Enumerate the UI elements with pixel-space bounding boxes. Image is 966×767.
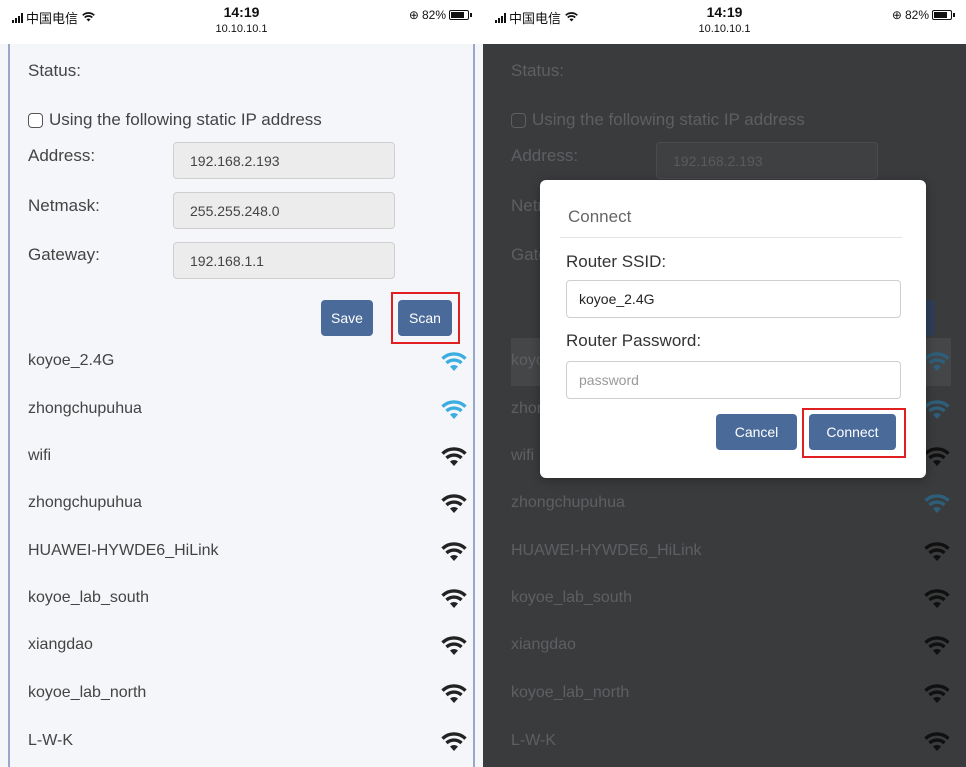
page-url: 10.10.10.1: [215, 23, 268, 35]
battery-status: ⊕ 82%: [408, 8, 472, 22]
wifi-ssid: zhongchupuhua: [28, 400, 142, 417]
netmask-field[interactable]: 255.255.248.0: [173, 192, 395, 229]
page-content: Connection Status: Connected OK Using th…: [8, 36, 475, 767]
cancel-button[interactable]: Cancel: [716, 414, 797, 450]
router-ssid-input[interactable]: koyoe_2.4G: [566, 280, 901, 318]
connection-label: Status:: [511, 61, 564, 80]
connect-highlight: [802, 408, 906, 458]
wifi-item[interactable]: koyoe_lab_south: [28, 575, 468, 623]
wifi-ssid: HUAWEI-HYWDE6_HiLink: [511, 542, 702, 559]
wifi-item[interactable]: HUAWEI-HYWDE6_HiLink: [28, 528, 468, 576]
wifi-signal-icon: [923, 350, 951, 372]
wifi-ssid: L-W-K: [28, 732, 74, 749]
scan-highlight: [391, 292, 460, 344]
router-password-input[interactable]: password: [566, 361, 901, 399]
static-ip-option[interactable]: Using the following static IP address: [28, 110, 322, 130]
dialog-divider: [560, 237, 902, 238]
wifi-ssid: zhongchupuhua: [28, 494, 142, 511]
wifi-ssid: zhongchupuhua: [511, 494, 625, 511]
static-ip-label: Using the following static IP address: [532, 110, 805, 129]
wifi-ssid: koyoe_lab_north: [511, 684, 630, 701]
battery-icon: [449, 10, 472, 20]
wifi-ssid: HUAWEI-HYWDE6_HiLink: [28, 542, 219, 559]
wifi-ssid: xiangdao: [511, 636, 576, 653]
wifi-signal-icon: [440, 398, 468, 420]
wifi-signal-icon: [440, 350, 468, 372]
status-bar: 中国电信 14:19 10.10.10.1 ⊕ 82%: [483, 0, 966, 44]
wifi-item[interactable]: koyoe_lab_south: [511, 575, 951, 623]
wifi-signal-icon: [923, 682, 951, 704]
wifi-signal-icon: [440, 445, 468, 467]
wifi-signal-icon: [440, 492, 468, 514]
wifi-item[interactable]: L-W-K: [28, 718, 468, 766]
orientation-lock-icon: ⊕: [891, 8, 902, 22]
wifi-ssid: koyoe_lab_south: [511, 589, 632, 606]
battery-percent: 82%: [421, 8, 446, 22]
left-screen: 中国电信 14:19 10.10.10.1 ⊕ 82% Connection S…: [0, 0, 483, 767]
static-ip-checkbox[interactable]: [511, 112, 526, 128]
wifi-signal-icon: [923, 445, 951, 467]
wifi-ssid: wifi: [28, 447, 52, 464]
wifi-signal-icon: [923, 730, 951, 752]
wifi-ssid: wifi: [511, 447, 535, 464]
wifi-ssid: xiangdao: [28, 636, 93, 653]
wifi-signal-icon: [440, 634, 468, 656]
address-field[interactable]: 192.168.2.193: [173, 142, 395, 179]
gateway-field[interactable]: 192.168.1.1: [173, 242, 395, 279]
wifi-signal-icon: [440, 540, 468, 562]
wifi-item[interactable]: koyoe_lab_north: [511, 670, 951, 718]
page-url: 10.10.10.1: [698, 23, 751, 35]
wifi-item[interactable]: koyoe_lab_north: [28, 670, 468, 718]
battery-percent: 82%: [904, 8, 929, 22]
gateway-label: Gateway:: [28, 245, 100, 264]
wifi-ssid: koyoe_2.4G: [28, 352, 115, 369]
address-label: Address:: [28, 146, 96, 165]
static-ip-label: Using the following static IP address: [49, 110, 322, 129]
wifi-item[interactable]: koyoe_2.4G: [28, 338, 468, 386]
wifi-signal-icon: [923, 634, 951, 656]
wifi-item[interactable]: xiangdao: [28, 622, 468, 670]
router-ssid-label: Router SSID:: [566, 252, 667, 271]
wifi-signal-icon: [923, 587, 951, 609]
address-label: Address:: [511, 146, 579, 165]
wifi-signal-icon: [440, 682, 468, 704]
wifi-signal-icon: [440, 587, 468, 609]
wifi-item[interactable]: zhongchupuhua: [511, 480, 951, 528]
wifi-item[interactable]: zhongchupuhua: [28, 386, 468, 434]
dialog-title: Connect: [568, 207, 632, 226]
status-bar: 中国电信 14:19 10.10.10.1 ⊕ 82%: [0, 0, 483, 44]
connection-label: Status:: [28, 61, 81, 80]
save-button[interactable]: Save: [321, 300, 373, 336]
wifi-signal-icon: [440, 730, 468, 752]
orientation-lock-icon: ⊕: [408, 8, 419, 22]
wifi-signal-icon: [923, 398, 951, 420]
router-password-label: Router Password:: [566, 331, 702, 350]
address-field[interactable]: 192.168.2.193: [656, 142, 878, 179]
static-ip-checkbox[interactable]: [28, 112, 43, 128]
wifi-item[interactable]: xiangdao: [511, 622, 951, 670]
wifi-ssid: koyoe_lab_south: [28, 589, 149, 606]
wifi-item[interactable]: L-W-K: [511, 718, 951, 766]
wifi-signal-icon: [923, 492, 951, 514]
connect-dialog: Connect Router SSID: koyoe_2.4G Router P…: [540, 180, 926, 478]
wifi-ssid: L-W-K: [511, 732, 557, 749]
static-ip-option[interactable]: Using the following static IP address: [511, 110, 805, 130]
battery-status: ⊕ 82%: [891, 8, 955, 22]
battery-icon: [932, 10, 955, 20]
wifi-signal-icon: [923, 540, 951, 562]
wifi-item[interactable]: zhongchupuhua: [28, 480, 468, 528]
netmask-label: Netmask:: [28, 196, 100, 215]
wifi-ssid: koyoe_lab_north: [28, 684, 147, 701]
wifi-item[interactable]: HUAWEI-HYWDE6_HiLink: [511, 528, 951, 576]
wifi-item[interactable]: wifi: [28, 433, 468, 481]
